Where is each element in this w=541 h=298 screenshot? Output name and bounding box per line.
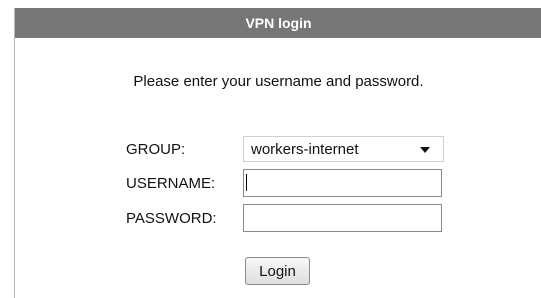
login-instructions: Please enter your username and password. [133,73,424,90]
text-cursor [246,174,247,191]
login-button[interactable]: Login [245,257,310,285]
dropdown-arrow-icon [420,147,430,153]
dialog-title: VPN login [15,8,541,38]
username-field-wrap [243,169,442,197]
username-input[interactable] [243,169,442,197]
password-input[interactable] [243,204,442,232]
group-select[interactable]: workers-internet [243,136,444,162]
username-label: USERNAME: [126,175,216,192]
group-selected-value: workers-internet [251,140,359,158]
vpn-login-panel: VPN login Please enter your username and… [14,8,541,298]
group-label: GROUP: [126,141,186,158]
password-label: PASSWORD: [126,210,217,227]
